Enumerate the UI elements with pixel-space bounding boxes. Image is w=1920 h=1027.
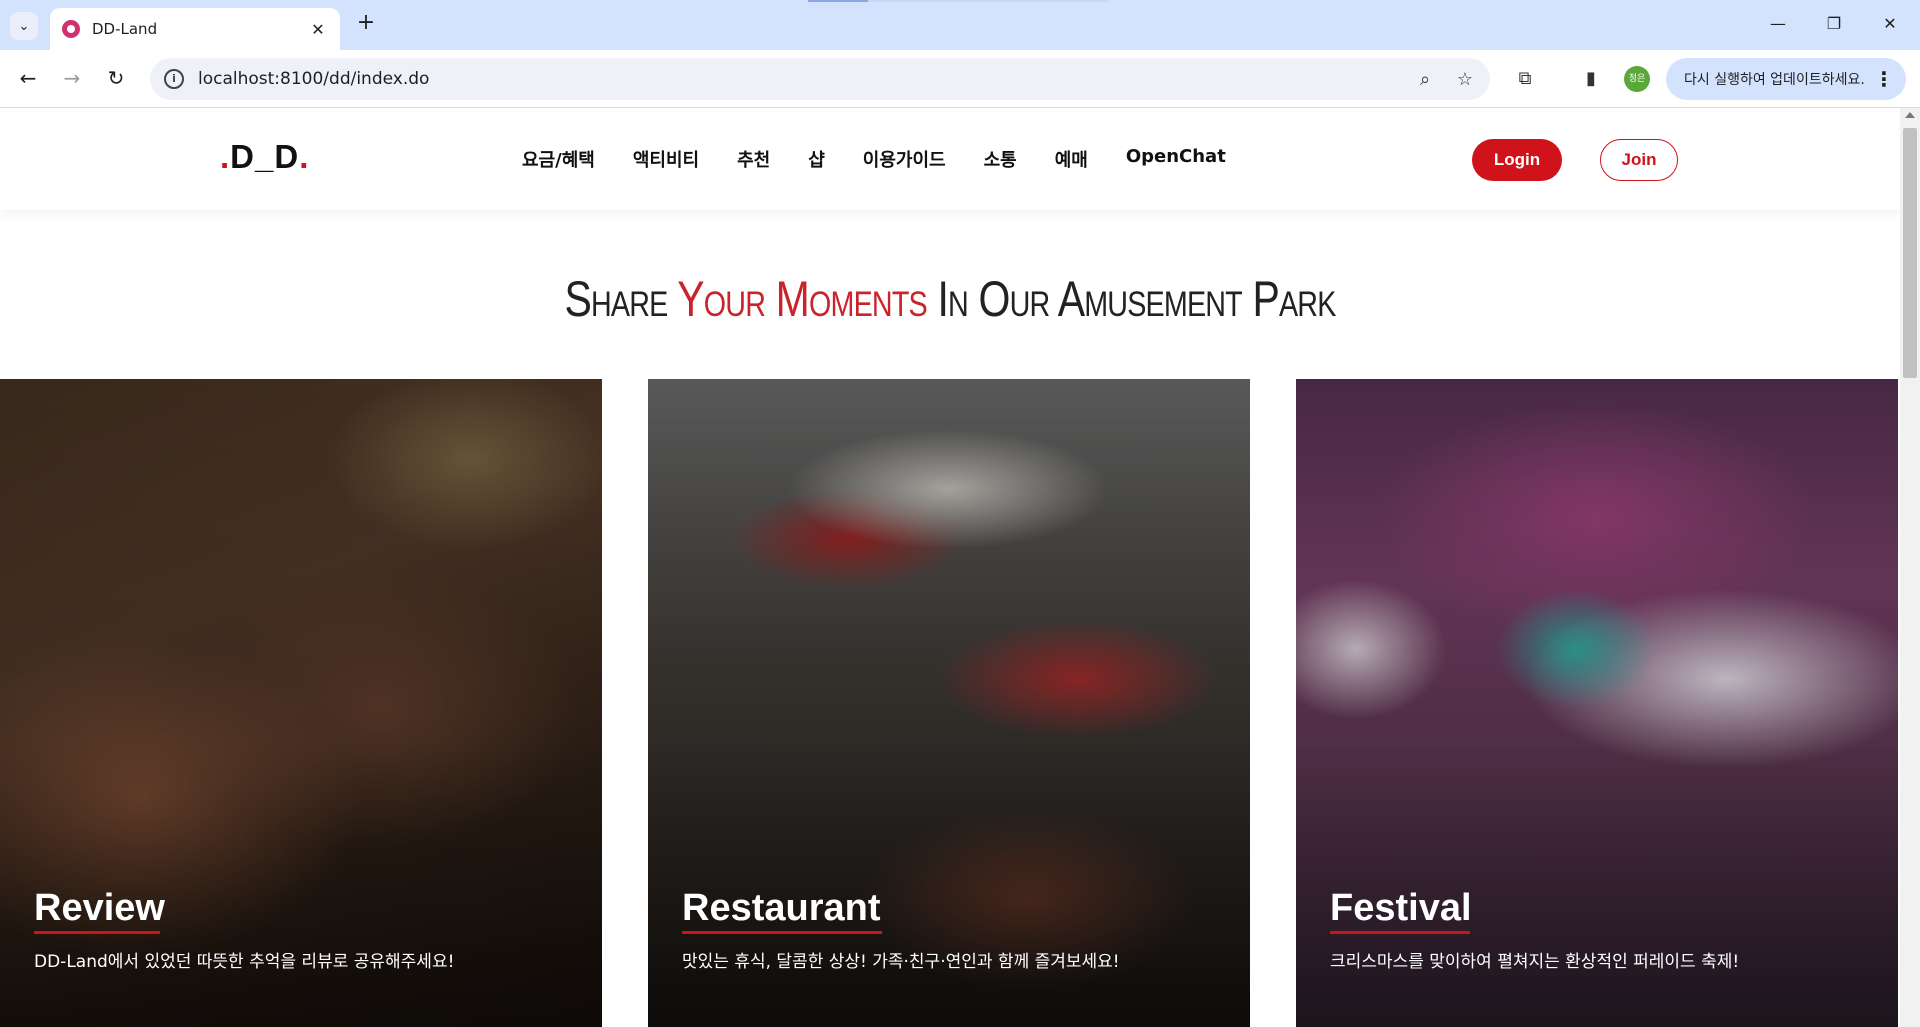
card-title-underline bbox=[34, 931, 160, 934]
minimize-icon[interactable]: — bbox=[1766, 12, 1790, 36]
nav-item-openchat[interactable]: OpenChat bbox=[1126, 146, 1226, 172]
scrollbar-thumb[interactable] bbox=[1903, 128, 1917, 378]
restaurant-card[interactable]: Restaurant 맛있는 휴식, 달콤한 상상! 가족·친구·연인과 함께 … bbox=[648, 379, 1250, 1027]
extensions-puzzle-icon[interactable]: ⧉ bbox=[1512, 66, 1538, 92]
card-title: Review bbox=[34, 887, 165, 929]
headline-part-2: In Our Amusement Park bbox=[926, 271, 1336, 327]
window-close-icon[interactable]: ✕ bbox=[1878, 12, 1902, 36]
zoom-icon[interactable]: ⌕ bbox=[1410, 69, 1440, 90]
review-card[interactable]: Review DD-Land에서 있었던 따뜻한 추억을 리뷰로 공유해주세요! bbox=[0, 379, 602, 1027]
site-logo[interactable]: .D_D. bbox=[220, 138, 309, 176]
tab-search-chevron-icon[interactable]: ⌄ bbox=[10, 12, 38, 40]
card-title: Festival bbox=[1330, 887, 1472, 929]
reload-icon[interactable]: ↻ bbox=[102, 64, 130, 92]
nav-item-recommend[interactable]: 추천 bbox=[737, 146, 770, 172]
tab-strip-indicator-track bbox=[868, 0, 1108, 2]
nav-item-shop[interactable]: 샵 bbox=[808, 146, 825, 172]
browser-toolbar: ← → ↻ i localhost:8100/dd/index.do ⌕ ☆ ⧉… bbox=[0, 50, 1920, 108]
nav-item-community[interactable]: 소통 bbox=[984, 146, 1017, 172]
card-title-underline bbox=[1330, 931, 1470, 934]
nav-item-activity[interactable]: 액티비티 bbox=[633, 146, 699, 172]
forward-arrow-icon[interactable]: → bbox=[58, 64, 86, 92]
card-description: 크리스마스를 맞이하여 펼쳐지는 환상적인 퍼레이드 축제! bbox=[1330, 952, 1740, 972]
card-description: DD-Land에서 있었던 따뜻한 추억을 리뷰로 공유해주세요! bbox=[34, 952, 455, 972]
bookmark-star-icon[interactable]: ☆ bbox=[1450, 69, 1480, 90]
page-scrollbar[interactable] bbox=[1900, 108, 1920, 1027]
nav-item-pricing[interactable]: 요금/혜택 bbox=[522, 146, 595, 172]
festival-card[interactable]: Festival 크리스마스를 맞이하여 펼쳐지는 환상적인 퍼레이드 축제! bbox=[1296, 379, 1898, 1027]
site-header: .D_D. 요금/혜택 액티비티 추천 샵 이용가이드 소통 예매 OpenCh… bbox=[0, 108, 1900, 210]
join-button[interactable]: Join bbox=[1600, 139, 1678, 181]
update-button[interactable]: 다시 실행하여 업데이트하세요. ⋮ bbox=[1666, 58, 1906, 100]
card-title-underline bbox=[682, 931, 882, 934]
menu-kebab-icon[interactable]: ⋮ bbox=[1874, 67, 1894, 91]
headline-accent: Your Moments bbox=[677, 271, 927, 327]
site-info-icon[interactable]: i bbox=[164, 69, 184, 89]
logo-dot-left: . bbox=[220, 138, 231, 175]
update-label: 다시 실행하여 업데이트하세요. bbox=[1684, 72, 1865, 88]
tab-strip-indicator bbox=[808, 0, 868, 2]
new-tab-icon[interactable]: + bbox=[354, 12, 378, 36]
browser-tab[interactable]: DD-Land ✕ bbox=[50, 8, 340, 50]
profile-avatar[interactable]: 정은 bbox=[1624, 66, 1650, 92]
scroll-up-arrow-icon[interactable] bbox=[1905, 112, 1915, 118]
login-button[interactable]: Login bbox=[1472, 139, 1562, 181]
browser-tab-bar: ⌄ DD-Land ✕ + — ❐ ✕ bbox=[0, 0, 1920, 50]
nav-item-booking[interactable]: 예매 bbox=[1055, 146, 1088, 172]
nav-item-guide[interactable]: 이용가이드 bbox=[863, 146, 946, 172]
address-bar[interactable]: i localhost:8100/dd/index.do ⌕ ☆ bbox=[150, 58, 1490, 100]
card-title: Restaurant bbox=[682, 887, 881, 929]
url-text[interactable]: localhost:8100/dd/index.do bbox=[198, 69, 1410, 89]
back-arrow-icon[interactable]: ← bbox=[14, 64, 42, 92]
favicon-icon bbox=[62, 20, 80, 38]
side-panel-icon[interactable]: ▮ bbox=[1578, 66, 1604, 92]
main-nav: 요금/혜택 액티비티 추천 샵 이용가이드 소통 예매 OpenChat bbox=[522, 146, 1264, 172]
tab-title: DD-Land bbox=[92, 20, 158, 38]
page-headline: Share Your Moments In Our Amusement Park bbox=[171, 270, 1729, 328]
logo-dot-right: . bbox=[299, 138, 310, 175]
restore-icon[interactable]: ❐ bbox=[1822, 12, 1846, 36]
logo-text: D_D bbox=[230, 138, 300, 175]
card-description: 맛있는 휴식, 달콤한 상상! 가족·친구·연인과 함께 즐겨보세요! bbox=[682, 952, 1120, 972]
web-page: .D_D. 요금/혜택 액티비티 추천 샵 이용가이드 소통 예매 OpenCh… bbox=[0, 108, 1900, 1027]
headline-part-1: Share bbox=[564, 271, 678, 327]
tab-close-icon[interactable]: ✕ bbox=[308, 20, 328, 39]
